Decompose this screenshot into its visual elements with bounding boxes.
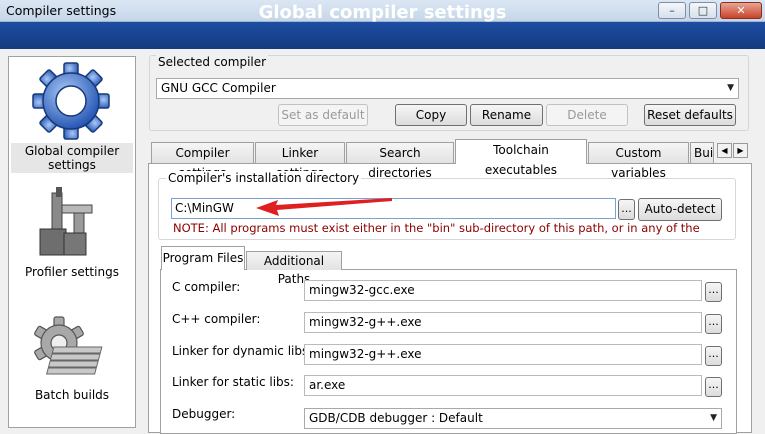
installation-directory-browse-button[interactable]: ... <box>618 199 635 220</box>
dynamic-linker-browse-button[interactable]: ... <box>705 346 722 366</box>
reset-defaults-button[interactable]: Reset defaults <box>644 104 736 126</box>
rename-button[interactable]: Rename <box>470 104 543 126</box>
compiler-select[interactable]: GNU GCC Compiler ▼ <box>156 78 739 99</box>
static-linker-input[interactable]: ar.exe <box>304 375 702 396</box>
annotation-arrow <box>256 198 392 216</box>
tab-compiler-settings[interactable]: Compiler settings <box>151 142 254 180</box>
auto-detect-button[interactable]: Auto-detect <box>638 198 722 221</box>
installation-note: NOTE: All programs must exist either in … <box>173 221 700 235</box>
chevron-down-icon: ▼ <box>710 413 717 423</box>
c-compiler-input[interactable]: mingw32-gcc.exe <box>304 280 702 301</box>
page-title: Global compiler settings <box>258 2 507 23</box>
header-banner <box>0 22 765 49</box>
installation-directory-label: Compiler's installation directory <box>166 171 362 185</box>
cpp-compiler-browse-button[interactable]: ... <box>705 314 722 334</box>
c-compiler-label: C compiler: <box>172 280 241 294</box>
debugger-select-value: GDB/CDB debugger : Default <box>309 411 483 425</box>
tab-search-directories[interactable]: Search directories <box>346 142 454 180</box>
tab-program-files[interactable]: Program Files <box>161 246 245 270</box>
c-compiler-browse-button[interactable]: ... <box>705 282 722 302</box>
tab-scroll-left-icon[interactable]: ◀ <box>717 143 732 158</box>
dynamic-linker-input[interactable]: mingw32-g++.exe <box>304 344 702 365</box>
chevron-down-icon: ▼ <box>727 83 734 93</box>
nav-label-batch-builds: Batch builds <box>34 388 110 402</box>
cpp-compiler-input[interactable]: mingw32-g++.exe <box>304 312 702 333</box>
gear-stack-icon <box>34 316 103 375</box>
static-linker-browse-button[interactable]: ... <box>705 377 722 397</box>
nav-item-batch-builds[interactable]: Batch builds <box>9 57 135 409</box>
tab-toolchain-executables[interactable]: Toolchain executables <box>455 139 587 177</box>
tab-linker-settings[interactable]: Linker settings <box>255 142 345 180</box>
copy-button[interactable]: Copy <box>395 104 467 126</box>
tab-custom-variables[interactable]: Custom variables <box>588 142 689 180</box>
tab-build-options[interactable]: Bui <box>690 142 714 163</box>
cpp-compiler-label: C++ compiler: <box>172 312 261 326</box>
settings-nav-panel: Global compiler settings Profiler settin… <box>8 56 136 428</box>
debugger-label: Debugger: <box>172 407 236 421</box>
set-as-default-button[interactable]: Set as default <box>278 104 368 126</box>
static-linker-label: Linker for static libs: <box>172 375 294 389</box>
compiler-select-value: GNU GCC Compiler <box>161 81 276 95</box>
delete-button[interactable]: Delete <box>546 104 628 126</box>
selected-compiler-label: Selected compiler <box>156 55 269 69</box>
tab-additional-paths[interactable]: Additional Paths <box>246 251 342 286</box>
tab-scroll-right-icon[interactable]: ▶ <box>733 143 748 158</box>
dynamic-linker-label: Linker for dynamic libs: <box>172 344 313 358</box>
